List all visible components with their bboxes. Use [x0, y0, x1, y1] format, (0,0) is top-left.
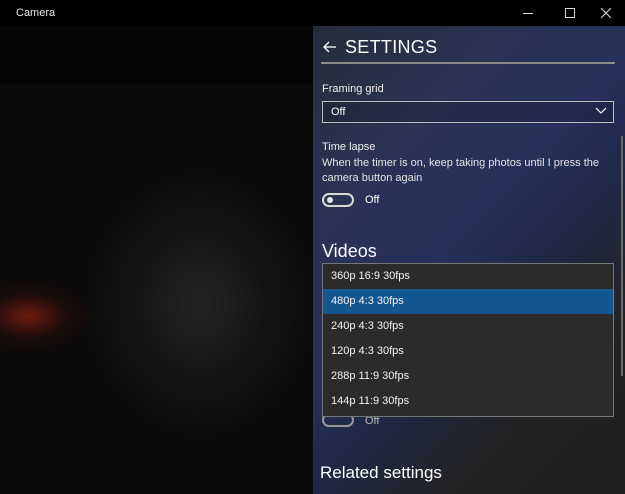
close-icon [600, 8, 611, 18]
divider [321, 62, 615, 64]
maximize-button[interactable] [553, 0, 586, 26]
time-lapse-description: When the timer is on, keep taking photos… [322, 157, 599, 184]
settings-panel: SETTINGS Framing grid Off Time lapse Whe… [313, 26, 625, 494]
time-lapse-toggle-label: Off [365, 194, 380, 206]
video-quality-option[interactable]: 288p 11:9 30fps [323, 364, 613, 389]
video-quality-dropdown-list: 360p 16:9 30fps 480p 4:3 30fps 240p 4:3 … [322, 263, 614, 417]
title-bar: Camera [0, 0, 625, 26]
page-title: SETTINGS [345, 36, 438, 57]
time-lapse-label: Time lapse [322, 141, 376, 153]
framing-grid-label: Framing grid [322, 83, 384, 95]
close-button[interactable] [589, 0, 622, 26]
videos-section-title: Videos [322, 241, 377, 261]
panel-header: SETTINGS [320, 36, 437, 58]
minimize-button[interactable] [511, 0, 544, 26]
video-quality-option[interactable]: 360p 16:9 30fps [323, 264, 613, 289]
video-quality-option[interactable]: 240p 4:3 30fps [323, 314, 613, 339]
minimize-icon [522, 13, 533, 14]
video-quality-option[interactable]: 120p 4:3 30fps [323, 339, 613, 364]
framing-grid-value: Off [331, 106, 346, 118]
video-quality-option[interactable]: 144p 11:9 30fps [323, 389, 613, 414]
panel-scrollbar[interactable] [621, 136, 623, 376]
camera-preview [0, 26, 313, 494]
maximize-icon [564, 8, 575, 18]
back-button[interactable] [320, 37, 340, 57]
time-lapse-toggle[interactable] [322, 193, 354, 207]
window-title: Camera [16, 7, 56, 19]
chevron-down-icon [595, 107, 607, 114]
video-quality-option-selected[interactable]: 480p 4:3 30fps [323, 289, 613, 314]
toggle-knob [327, 197, 333, 203]
camera-feed-image [0, 84, 313, 494]
framing-grid-dropdown[interactable]: Off [322, 101, 614, 123]
related-settings-title: Related settings [320, 463, 442, 482]
back-arrow-icon [323, 41, 336, 53]
